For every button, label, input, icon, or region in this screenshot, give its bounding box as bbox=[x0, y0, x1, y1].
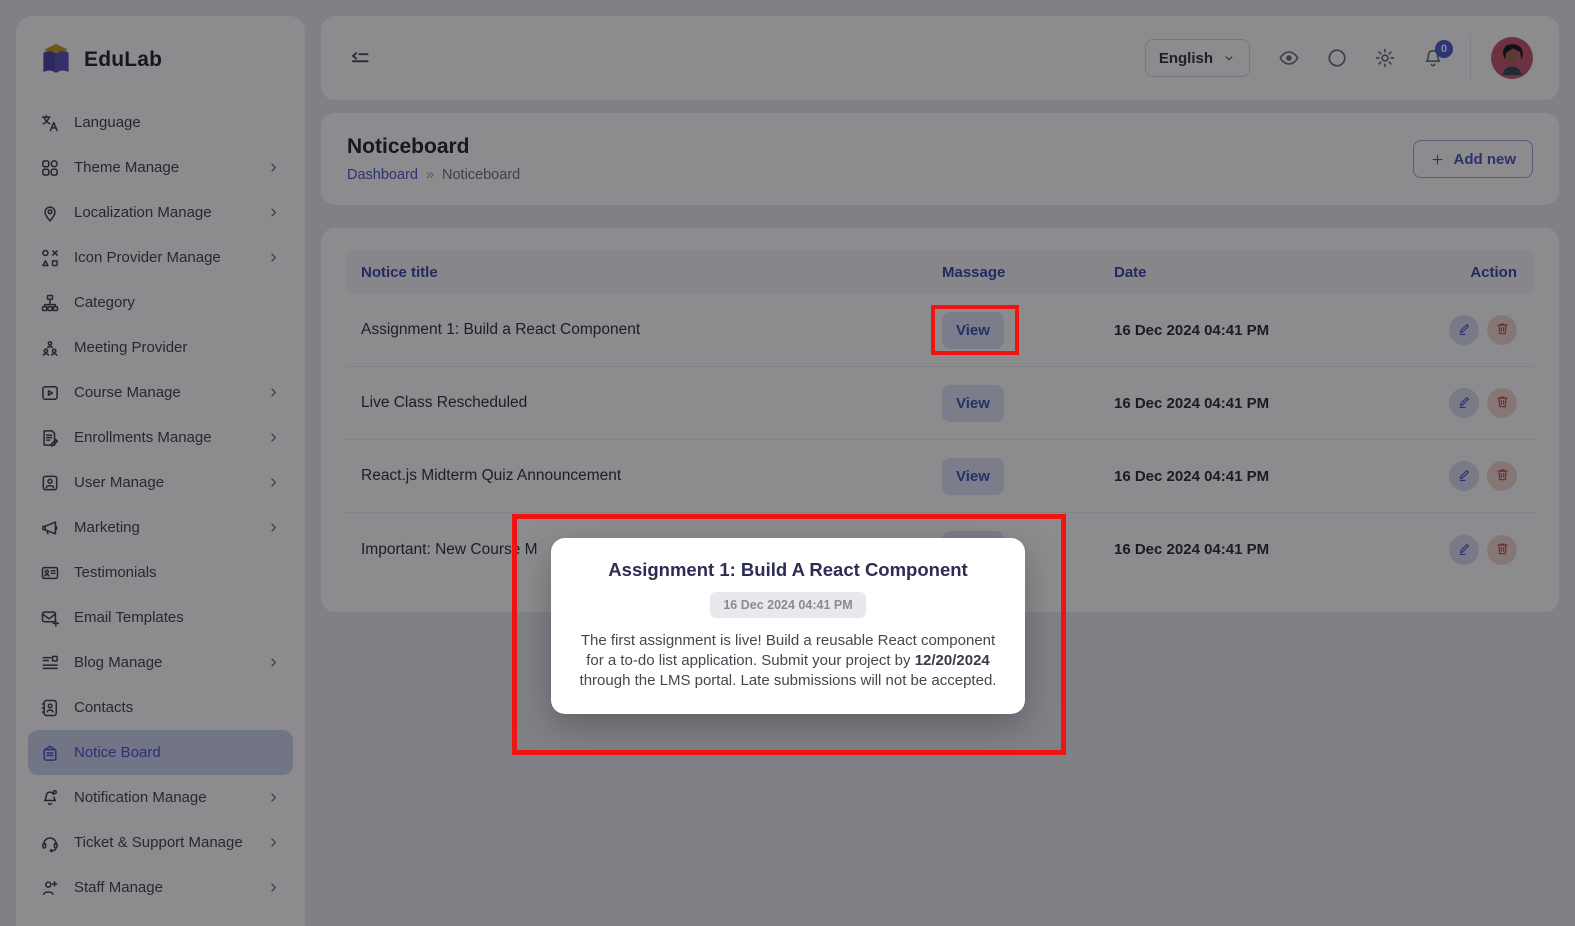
modal-deadline: 12/20/2024 bbox=[915, 652, 990, 669]
modal-title: Assignment 1: Build A React Component bbox=[575, 559, 1001, 581]
modal-overlay[interactable] bbox=[0, 0, 1575, 926]
modal-date-badge: 16 Dec 2024 04:41 PM bbox=[710, 592, 865, 618]
modal-body: The first assignment is live! Build a re… bbox=[575, 631, 1001, 691]
notice-detail-modal: Assignment 1: Build A React Component 16… bbox=[551, 538, 1025, 714]
